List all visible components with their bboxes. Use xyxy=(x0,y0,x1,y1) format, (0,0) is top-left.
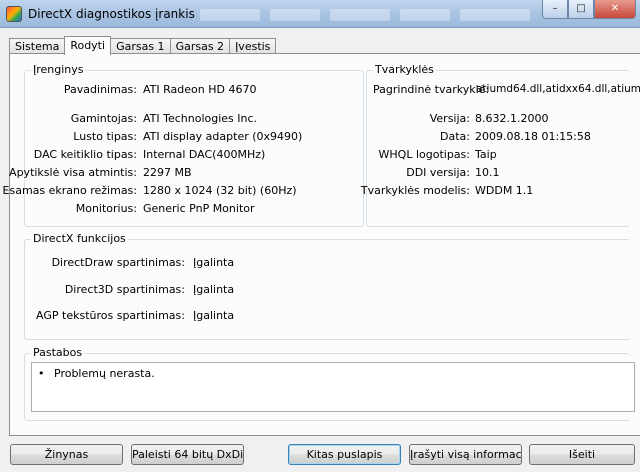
driver-model-label: Tvarkyklės modelis: xyxy=(360,184,470,197)
tab-ivestis[interactable]: Įvestis xyxy=(229,38,277,54)
notes-group: Pastabos • Problemų nerasta. xyxy=(24,346,635,421)
tab-garsas-1[interactable]: Garsas 1 xyxy=(110,38,171,54)
next-page-button[interactable]: Kitas puslapis xyxy=(288,444,401,465)
drivers-group-label: Tvarkyklės xyxy=(373,63,436,76)
directdraw-value: Įgalinta xyxy=(193,256,235,269)
window-controls: – □ ✕ xyxy=(542,0,636,20)
version-value: 8.632.1.2000 xyxy=(475,112,549,125)
main-driver-value: atiumd64.dll,atidxx64.dll,atiumdag,a xyxy=(476,83,640,95)
date-label: Data: xyxy=(440,130,470,143)
notes-group-label: Pastabos xyxy=(31,346,85,359)
background-blur xyxy=(400,9,450,21)
directx-features-label: DirectX funkcijos xyxy=(31,232,128,245)
version-label: Versija: xyxy=(429,112,470,125)
tab-garsas-2[interactable]: Garsas 2 xyxy=(169,38,231,54)
directx-app-icon xyxy=(6,6,22,22)
ddi-version-value: 10.1 xyxy=(475,166,500,179)
agp-value: Įgalinta xyxy=(193,309,235,322)
main-driver-label: Pagrindinė tvarkyklė: xyxy=(373,83,490,96)
tab-page-display: Įrenginys Pavadinimas: ATI Radeon HD 467… xyxy=(3,53,640,436)
tab-rodyti[interactable]: Rodyti xyxy=(64,36,112,55)
whql-value: Taip xyxy=(475,148,497,161)
manufacturer-value: ATI Technologies Inc. xyxy=(143,112,258,125)
total-memory-label: Apytikslė visa atmintis: xyxy=(9,166,137,179)
chip-type-label: Lusto tipas: xyxy=(73,130,137,143)
title-bar[interactable]: DirectX diagnostikos įrankis – □ ✕ xyxy=(0,0,640,28)
maximize-button[interactable]: □ xyxy=(568,0,594,19)
background-blur xyxy=(330,9,390,21)
dac-type-label: DAC keitiklio tipas: xyxy=(33,148,137,161)
tab-sistema[interactable]: Sistema xyxy=(9,38,66,54)
display-mode-value: 1280 x 1024 (32 bit) (60Hz) xyxy=(143,184,297,197)
device-group: Įrenginys Pavadinimas: ATI Radeon HD 467… xyxy=(3,63,364,227)
note-text: Problemų nerasta. xyxy=(54,367,155,380)
date-value: 2009.08.18 01:15:58 xyxy=(475,130,591,143)
exit-button[interactable]: Išeiti xyxy=(529,444,635,465)
ddi-version-label: DDI versija: xyxy=(406,166,470,179)
device-name-label: Pavadinimas: xyxy=(63,83,137,96)
total-memory-value: 2297 MB xyxy=(143,166,192,179)
driver-model-value: WDDM 1.1 xyxy=(475,184,534,197)
whql-label: WHQL logotipas: xyxy=(378,148,470,161)
direct3d-label: Direct3D spartinimas: xyxy=(64,283,185,296)
manufacturer-label: Gamintojas: xyxy=(70,112,137,125)
drivers-group: Tvarkyklės Pagrindinė tvarkyklė: atiumd6… xyxy=(361,63,640,227)
minimize-button[interactable]: – xyxy=(542,0,568,19)
device-group-label: Įrenginys xyxy=(31,63,86,76)
run-64bit-dxdiag-button[interactable]: Paleisti 64 bitų DxDiag xyxy=(131,444,244,465)
note-bullet: • xyxy=(38,367,45,380)
dac-type-value: Internal DAC(400MHz) xyxy=(143,148,266,161)
help-button[interactable]: Žinynas xyxy=(10,444,123,465)
agp-label: AGP tekstūros spartinimas: xyxy=(36,309,185,322)
direct3d-value: Įgalinta xyxy=(193,283,235,296)
monitor-value: Generic PnP Monitor xyxy=(143,202,255,215)
save-all-info-button[interactable]: Įrašyti visą informaciją... xyxy=(409,444,522,465)
chip-type-value: ATI display adapter (0x9490) xyxy=(143,130,303,143)
window-title: DirectX diagnostikos įrankis xyxy=(28,7,195,21)
directdraw-label: DirectDraw spartinimas: xyxy=(51,256,185,269)
monitor-label: Monitorius: xyxy=(75,202,137,215)
device-name-value: ATI Radeon HD 4670 xyxy=(143,83,257,96)
tab-strip: Sistema Rodyti Garsas 1 Garsas 2 Įvestis xyxy=(9,36,277,55)
notes-textbox[interactable]: • Problemų nerasta. xyxy=(31,362,635,412)
background-blur xyxy=(460,9,530,21)
background-blur xyxy=(270,9,320,21)
display-mode-label: Esamas ekrano režimas: xyxy=(2,184,137,197)
directx-features-group: DirectX funkcijos DirectDraw spartinimas… xyxy=(24,232,630,340)
close-button[interactable]: ✕ xyxy=(594,0,636,19)
background-blur xyxy=(200,9,260,21)
